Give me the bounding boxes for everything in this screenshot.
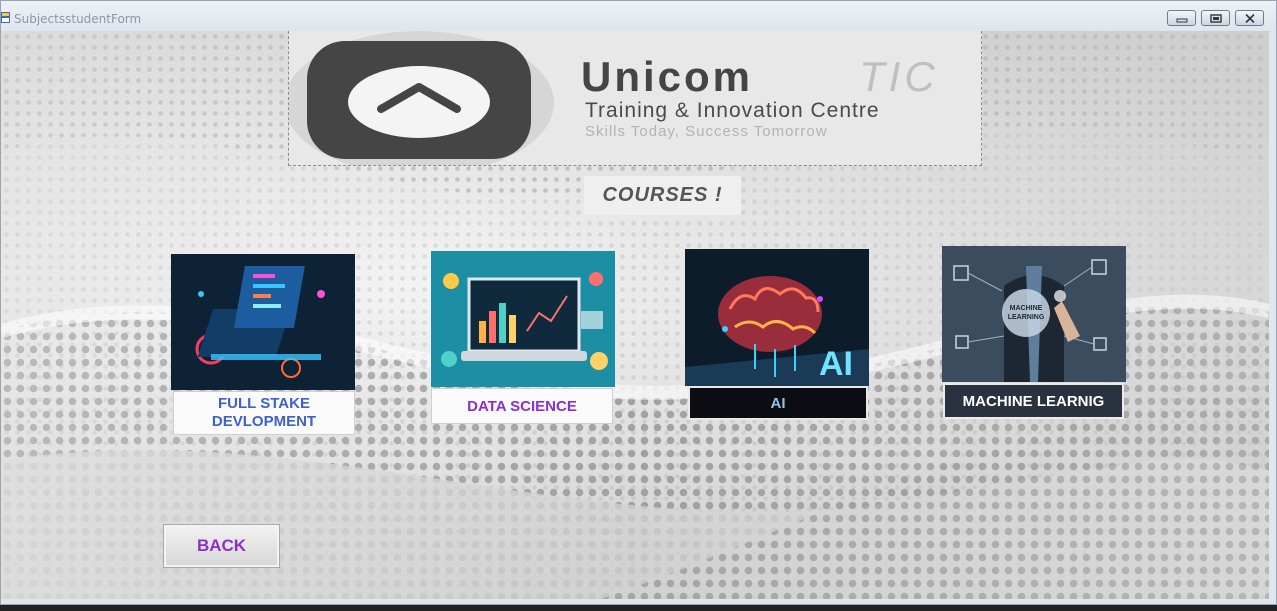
machine-learning-icon: MACHINE LEARNING: [942, 246, 1126, 382]
ai-brain-image[interactable]: AI: [685, 249, 869, 386]
close-button[interactable]: [1235, 10, 1264, 26]
back-button[interactable]: BACK: [164, 525, 279, 567]
svg-text:AI: AI: [819, 345, 853, 383]
back-button-label: BACK: [196, 536, 247, 555]
taskbar-strip: [0, 605, 1277, 611]
data-science-button[interactable]: DATA SCIENCE: [431, 388, 613, 424]
maximize-button[interactable]: [1201, 10, 1230, 26]
minimize-icon: [1176, 18, 1188, 23]
app-icon: [1, 12, 10, 23]
machine-learning-label: MACHINE LEARNIG: [962, 392, 1105, 410]
logo-brand: Unicom: [581, 53, 754, 100]
laptop-code-image[interactable]: [171, 254, 355, 390]
minimize-button[interactable]: [1167, 10, 1196, 26]
courses-heading: COURSES !: [584, 176, 741, 215]
subjects-student-window: SubjectsstudentForm Unicom TIC Training …: [0, 0, 1277, 605]
machine-learning-image[interactable]: MACHINE LEARNING: [942, 246, 1126, 382]
logo-tagline: Skills Today, Success Tomorrow: [585, 123, 828, 140]
ai-brain-icon: AI: [685, 249, 869, 386]
full-stack-development-label: FULL STAKE DEVLOPMENT: [211, 395, 317, 430]
restore-icon: [1210, 14, 1222, 23]
form-background: Unicom TIC Training & Innovation Centre …: [1, 31, 1269, 599]
logo-badge-icon: [289, 31, 554, 165]
data-dashboard-image[interactable]: [431, 251, 615, 387]
logo-subtitle: Training & Innovation Centre: [585, 99, 880, 122]
data-science-label: DATA SCIENCE: [467, 397, 577, 415]
close-icon: [1245, 14, 1255, 23]
title-bar: SubjectsstudentForm: [1, 1, 1276, 33]
ai-label: AI: [770, 394, 786, 412]
laptop-code-icon: [171, 254, 355, 390]
data-dashboard-icon: [431, 251, 615, 387]
full-stack-development-button[interactable]: FULL STAKE DEVLOPMENT: [173, 391, 355, 435]
svg-text:MACHINE: MACHINE: [1010, 305, 1043, 312]
ai-button[interactable]: AI: [688, 386, 868, 420]
svg-text:LEARNING: LEARNING: [1008, 314, 1045, 321]
logo-panel: Unicom TIC Training & Innovation Centre …: [288, 31, 982, 166]
window-title: SubjectsstudentForm: [14, 12, 142, 26]
machine-learning-button[interactable]: MACHINE LEARNIG: [943, 383, 1124, 419]
logo-brand-suffix: TIC: [859, 53, 939, 100]
